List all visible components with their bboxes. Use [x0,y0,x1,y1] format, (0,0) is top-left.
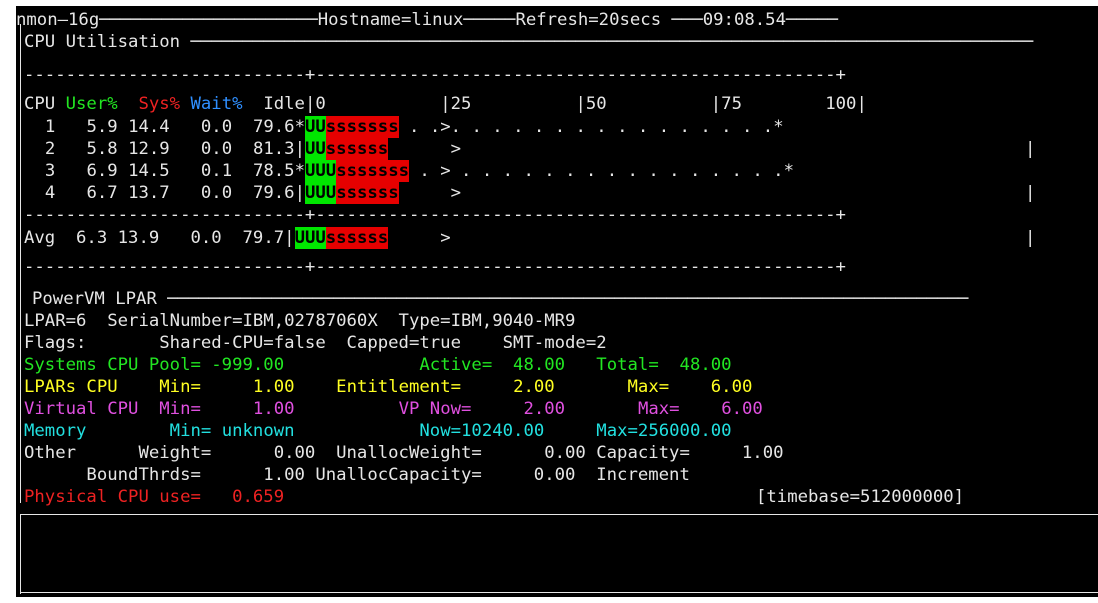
bottom-divider [20,514,1098,515]
user-bar: UU [304,116,326,138]
cpu-divider-top: ---------------------------+------------… [24,65,846,85]
refresh-rate: Refresh=20secs [515,10,662,30]
cpu-avg-row: Avg 6.3 13.9 0.0 79.7|UUUssssss > | [24,227,1036,249]
cpu-row: 4 6.7 13.7 0.0 79.6|UUUssssss > | [44,182,1036,204]
user-bar: UUU [304,182,337,204]
user-bar: UU [304,138,326,160]
cpu-section-border [20,24,21,288]
lpars-cpu-line: LPARs CPU Min= 1.00 Entitlement= 2.00 Ma… [24,377,753,397]
sys-bar: sssssss [336,160,410,182]
sys-bar: ssssss [325,227,389,249]
memory-line: Memory Min= unknown Now=10240.00 Max=256… [24,421,732,441]
cpu-divider-mid: ---------------------------+------------… [24,205,846,225]
cpu-header-row: CPU User% Sys% Wait% Idle|0 |25 |50 |75 … [24,94,867,114]
boundthrds-line: BoundThrds= 1.00 UnallocCapacity= 0.00 I… [24,465,690,485]
cpu-row: 3 6.9 14.5 0.1 78.5*UUUsssssss . > . . .… [44,160,794,182]
user-bar: UUU [304,160,337,182]
bottom-left-border [20,514,21,594]
cpu-row: 2 5.8 12.9 0.0 81.3|UUssssss > | [44,138,1036,160]
lpar-section-title: PowerVM LPAR ───────────────────────────… [32,289,969,309]
timebase: [timebase=512000000] [756,487,965,507]
other-line: Other Weight= 0.00 UnallocWeight= 0.00 C… [24,443,784,463]
cpu-section-title: CPU Utilisation ────────────────────────… [24,32,1034,52]
bottom-border [20,592,1098,593]
sys-bar: sssssss [325,116,399,138]
clock: 09:08.54 [702,10,786,30]
hostname: Hostname=linux [317,10,464,30]
systems-cpu-pool-line: Systems CPU Pool= -999.00 Active= 48.00 … [24,355,732,375]
nmon-terminal: nmon—16g─────────────────────Hostname=li… [16,6,1098,597]
lpar-info-line: LPAR=6 SerialNumber=IBM,02787060X Type=I… [24,311,576,331]
lpar-section-border [20,288,21,503]
header-line: nmon—16g─────────────────────Hostname=li… [16,10,838,30]
cpu-row: 1 5.9 14.4 0.0 79.6*UUsssssss . .>. . . … [44,116,784,138]
user-bar: UUU [294,227,326,249]
app-title: nmon—16g [16,10,100,30]
lpar-flags-line: Flags: Shared-CPU=false Capped=true SMT-… [24,333,607,353]
virtual-cpu-line: Virtual CPU Min= 1.00 VP Now= 2.00 Max= … [24,399,763,419]
sys-bar: ssssss [325,138,389,160]
sys-bar: ssssss [336,182,399,204]
cpu-divider-bottom: ---------------------------+------------… [24,257,846,277]
physical-cpu-line: Physical CPU use= 0.659 [24,487,285,507]
